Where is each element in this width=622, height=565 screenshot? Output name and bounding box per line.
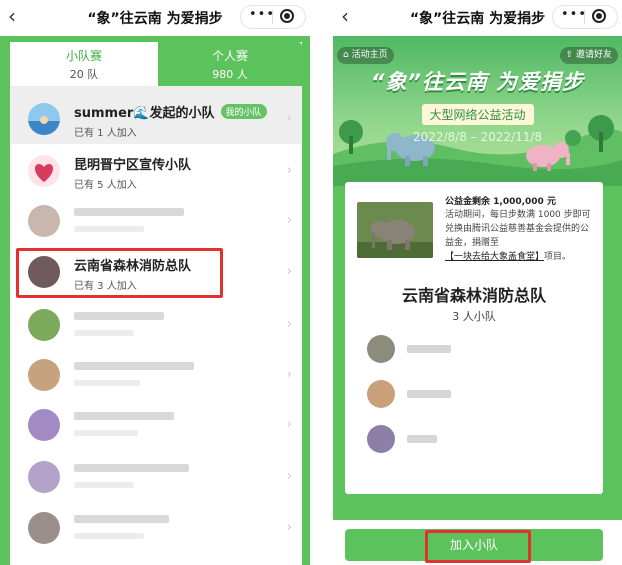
blurred-member-name — [407, 435, 437, 443]
blurred-name — [74, 464, 189, 472]
tab-count: 20 队 — [69, 68, 99, 81]
close-icon[interactable] — [280, 9, 294, 23]
elephant-photo — [357, 202, 433, 258]
avatar — [28, 461, 60, 493]
blurred-members — [74, 482, 134, 488]
team-members: 已有 5 人加入 — [74, 180, 137, 191]
avatar — [367, 425, 395, 453]
team-name: 昆明晋宁区宣传小队 — [74, 158, 192, 173]
team-title: 云南省森林消防总队 — [401, 286, 546, 305]
team-size: 3 人小队 — [452, 310, 496, 323]
blurred-name — [74, 515, 169, 523]
event-banner: ⌂ 活动主页 ⇧ 邀请好友 “象”往云南 为爱捐步 大型网络公益活动 2022/… — [333, 36, 622, 186]
nav-bar: ‹ “象”往云南 为爱捐步 ••• — [0, 0, 310, 34]
fund-remaining: 公益金剩余 1,000,000 元 — [445, 197, 556, 207]
chevron-right-icon: › — [286, 111, 292, 126]
avatar — [28, 512, 60, 544]
mini-program-capsule: ••• — [552, 5, 618, 29]
my-team-badge: 我的小队 — [220, 104, 267, 119]
avatar — [28, 359, 60, 391]
close-icon[interactable] — [592, 9, 606, 23]
blurred-members — [74, 330, 134, 336]
team-detail-screen: ‹ “象”往云南 为爱捐步 ••• ⌂ 活动主页 ⇧ 邀请好友 “象”往云南 为… — [333, 0, 622, 565]
tab-team[interactable]: 小队赛 20 队 — [10, 42, 158, 86]
tab-label: 小队赛 — [65, 49, 102, 63]
team-name: summer🌊发起的小队 我的小队 — [74, 102, 267, 121]
blurred-members — [74, 226, 144, 232]
blurred-member-name — [407, 390, 451, 398]
highlight-box — [16, 248, 223, 298]
team-row-blurred[interactable]: › — [10, 196, 302, 246]
banner-title: “象”往云南 为爱捐步 — [370, 70, 585, 94]
chevron-right-icon: › — [286, 264, 292, 279]
avatar — [367, 335, 395, 363]
team-row-blurred[interactable]: › — [10, 452, 302, 502]
avatar — [28, 205, 60, 237]
blurred-members — [74, 430, 138, 436]
member-row — [357, 422, 557, 456]
chevron-right-icon: › — [286, 213, 292, 228]
blurred-members — [74, 380, 140, 386]
chevron-right-icon: › — [286, 417, 292, 432]
member-row — [357, 377, 557, 411]
invite-friends-button[interactable]: ⇧ 邀请好友 — [559, 47, 618, 64]
chevron-right-icon: › — [286, 469, 292, 484]
nav-bar: ‹ “象”往云南 为爱捐步 ••• — [333, 0, 622, 34]
avatar — [367, 380, 395, 408]
banner-dates: 2022/8/8 – 2022/11/8 — [412, 130, 543, 144]
chevron-right-icon: › — [286, 367, 292, 382]
avatar — [28, 309, 60, 341]
project-link[interactable]: 【一块去给大象盖食堂】 — [445, 252, 544, 262]
team-info-card: 公益金剩余 1,000,000 元 活动期间，每日步数满 1000 步即可兑换由… — [345, 182, 603, 494]
blurred-name — [74, 412, 174, 420]
banner-subtitle: 大型网络公益活动 — [421, 104, 534, 125]
capsule-divider — [584, 10, 585, 24]
team-row[interactable]: summer🌊发起的小队 我的小队 已有 1 人加入 › — [10, 94, 302, 144]
blurred-name — [74, 312, 164, 320]
team-row-blurred[interactable]: › — [10, 300, 302, 350]
tab-personal[interactable]: 个人赛 980 人 — [158, 42, 302, 86]
fund-description: 活动期间，每日步数满 1000 步即可兑换由腾讯公益慈善基金会提供的公益金，捐赠… — [445, 210, 591, 262]
avatar — [28, 409, 60, 441]
member-row — [357, 332, 557, 366]
chevron-right-icon: › — [286, 317, 292, 332]
blurred-name — [74, 208, 184, 216]
team-row-blurred[interactable]: › — [10, 350, 302, 400]
blurred-members — [74, 533, 144, 539]
avatar — [28, 155, 60, 187]
list-spacer — [10, 86, 302, 94]
highlight-box — [425, 530, 531, 563]
activity-home-button[interactable]: ⌂ 活动主页 — [337, 47, 394, 64]
team-members: 已有 1 人加入 — [74, 128, 137, 139]
avatar — [28, 103, 60, 135]
team-list-screen: ‹ “象”往云南 为爱捐步 ••• 小队赛 20 队 个人赛 980 人 sum… — [0, 0, 310, 565]
team-row[interactable]: 昆明晋宁区宣传小队 已有 5 人加入 › — [10, 146, 302, 196]
capsule-divider — [272, 10, 273, 24]
team-row-blurred[interactable]: › — [10, 400, 302, 450]
chevron-right-icon: › — [286, 520, 292, 535]
mini-program-capsule: ••• — [240, 5, 306, 29]
tab-label: 个人赛 — [211, 49, 248, 63]
team-row-blurred[interactable]: › — [10, 503, 302, 553]
tab-count: 980 人 — [212, 68, 248, 81]
chevron-right-icon: › — [286, 163, 292, 178]
blurred-name — [74, 362, 194, 370]
blurred-member-name — [407, 345, 451, 353]
